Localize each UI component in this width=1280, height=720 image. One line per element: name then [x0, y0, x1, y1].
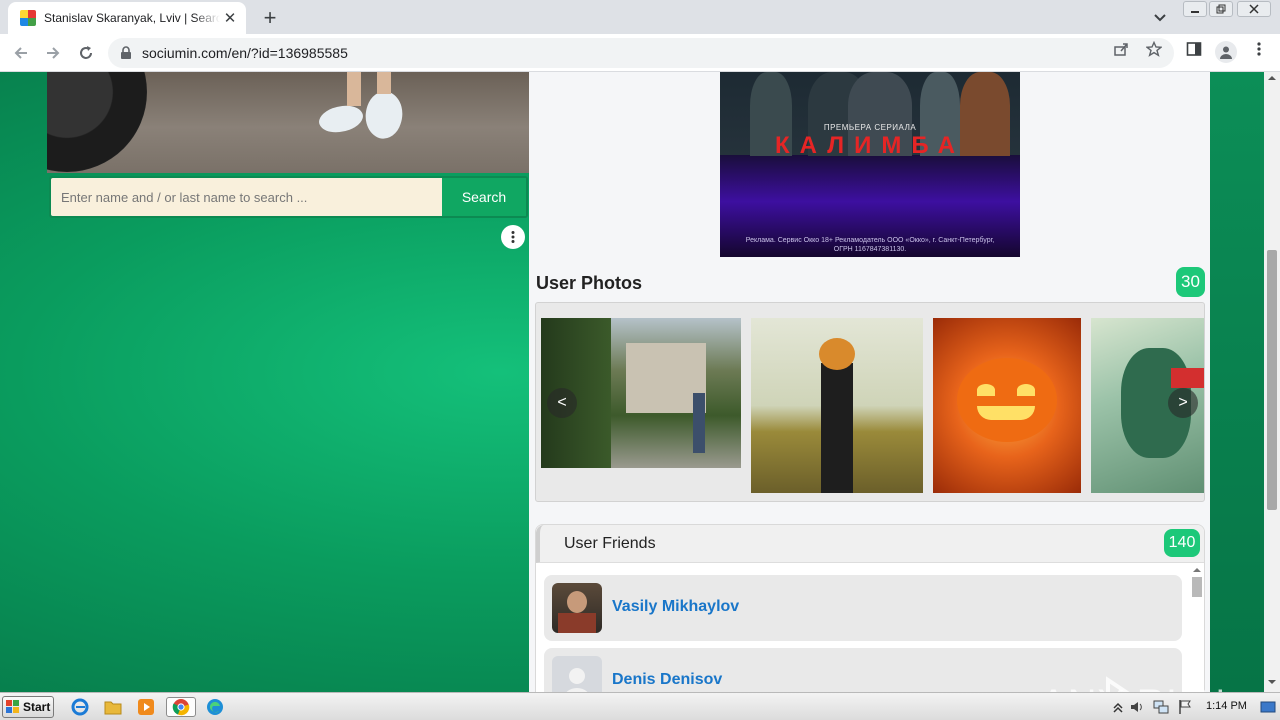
page-viewport: Search ПРЕМЬЕРА СЕРИАЛА КАЛИМБА Реклама.…	[0, 72, 1264, 692]
restore-icon	[1216, 4, 1226, 14]
friends-list-scrollbar[interactable]	[1190, 565, 1204, 692]
pumpkin-icon	[819, 338, 855, 370]
restore-window-button[interactable]	[1209, 1, 1233, 17]
minimize-window-button[interactable]	[1183, 1, 1207, 17]
reload-button[interactable]	[75, 42, 97, 64]
search-button[interactable]: Search	[442, 178, 526, 216]
friends-panel-header: User Friends	[536, 525, 1204, 563]
menu-kebab-icon[interactable]	[1251, 41, 1267, 57]
taskbar-media-player[interactable]	[135, 697, 157, 717]
taskbar-edge[interactable]	[204, 697, 226, 717]
advertisement-banner[interactable]: ПРЕМЬЕРА СЕРИАЛА КАЛИМБА Реклама. Сервис…	[720, 72, 1020, 257]
cover-photo-tire	[47, 72, 147, 172]
folder-icon	[104, 701, 122, 715]
user-photo[interactable]	[751, 318, 923, 493]
friends-count-badge: 140	[1164, 529, 1200, 557]
vertical-dots-icon	[511, 231, 515, 243]
start-label: Start	[23, 700, 51, 714]
ad-brand-title: КАЛИМБА	[774, 132, 966, 159]
share-icon[interactable]	[1113, 41, 1129, 57]
network-icon[interactable]	[1153, 699, 1169, 715]
tab-title: Stanislav Skaranyak, Lviv | Search Image…	[44, 11, 220, 25]
profile-avatar-icon	[1220, 46, 1232, 59]
lantern-eye	[977, 384, 995, 396]
browser-toolbar: sociumin.com/en/?id=136985585	[0, 34, 1280, 72]
cover-photo-shoe	[357, 86, 411, 144]
carousel-prev-button[interactable]: <	[547, 388, 577, 418]
user-friends-title: User Friends	[564, 535, 656, 552]
url-text: sociumin.com/en/?id=136985585	[142, 45, 348, 61]
ad-caption: ПРЕМЬЕРА СЕРИАЛА	[823, 123, 917, 132]
arrow-left-icon	[14, 47, 27, 59]
forward-button[interactable]	[42, 42, 64, 64]
friend-name-link[interactable]: Vasily Mikhaylov	[612, 598, 739, 616]
photos-count-badge: 30	[1176, 267, 1205, 297]
cover-photo-leg	[347, 72, 361, 106]
friend-avatar[interactable]	[552, 583, 602, 633]
people-search-form: Search	[49, 176, 528, 218]
avatar-face	[567, 591, 587, 613]
avatar-shirt	[558, 613, 596, 633]
tab-close-icon[interactable]: ✕	[222, 9, 238, 27]
play-triangle-icon	[1106, 676, 1130, 692]
cover-photo-leg	[377, 72, 391, 94]
side-panel-icon[interactable]	[1186, 41, 1202, 57]
start-button[interactable]: Start	[2, 696, 54, 718]
show-desktop-icon[interactable]	[1260, 699, 1276, 715]
main-content-column: ПРЕМЬЕРА СЕРИАЛА КАЛИМБА Реклама. Сервис…	[529, 72, 1210, 692]
default-user-icon	[566, 668, 588, 692]
browser-tab[interactable]: Stanislav Skaranyak, Lviv | Search Image…	[8, 2, 246, 34]
user-photo[interactable]	[933, 318, 1081, 493]
edge-icon	[207, 699, 223, 715]
browser-tab-strip: Stanislav Skaranyak, Lviv | Search Image…	[0, 0, 1280, 34]
volume-icon[interactable]	[1129, 699, 1145, 715]
bookmark-star-icon[interactable]	[1146, 41, 1162, 57]
lantern-eye	[1017, 384, 1035, 396]
reload-icon	[80, 46, 92, 59]
photo-person	[693, 393, 705, 453]
photo-logo-patch	[1171, 368, 1204, 388]
tray-expand-icon[interactable]	[1110, 699, 1126, 715]
jack-o-lantern-icon	[957, 358, 1057, 442]
lock-icon	[121, 46, 131, 59]
anyrun-watermark: ANY RUN	[1040, 676, 1226, 692]
site-favicon-icon	[20, 10, 36, 26]
tab-search-chevron-icon[interactable]	[1151, 8, 1169, 26]
people-search-input[interactable]	[51, 178, 442, 216]
minimize-icon	[1191, 11, 1199, 13]
friend-list-item[interactable]: Vasily Mikhaylov	[544, 575, 1182, 641]
windows-taskbar: Start 1:14 PM	[0, 692, 1280, 720]
taskbar-chrome[interactable]	[166, 697, 196, 717]
carousel-next-button[interactable]: >	[1168, 388, 1198, 418]
photos-carousel: < >	[535, 302, 1205, 502]
lantern-mouth	[977, 406, 1035, 420]
user-photos-title: User Photos	[536, 273, 643, 293]
photo-figure	[821, 363, 853, 493]
profile-cover-photo	[47, 72, 529, 173]
chrome-icon	[172, 699, 190, 716]
taskbar-clock[interactable]: 1:14 PM	[1206, 700, 1247, 712]
taskbar-explorer[interactable]	[102, 697, 124, 717]
friend-name-link[interactable]: Denis Denisov	[612, 671, 722, 689]
new-tab-button[interactable]: +	[258, 5, 282, 31]
taskbar-ie[interactable]	[69, 697, 91, 717]
page-scrollbar[interactable]	[1264, 72, 1280, 692]
ad-legal-text: Реклама. Сервис Окко 18+ Рекламодатель О…	[745, 237, 995, 253]
internet-explorer-icon	[71, 698, 89, 716]
back-button[interactable]	[10, 42, 32, 64]
user-friends-panel: User Friends 140 Vasily Mikhaylov Denis …	[535, 524, 1205, 692]
action-center-flag-icon[interactable]	[1177, 699, 1193, 715]
address-bar[interactable]: sociumin.com/en/?id=136985585	[108, 38, 1174, 68]
close-window-button[interactable]	[1237, 1, 1271, 17]
friend-avatar-placeholder[interactable]	[552, 656, 602, 692]
close-icon	[1249, 4, 1259, 14]
profile-button[interactable]	[1215, 41, 1237, 63]
windows-logo-icon	[6, 700, 19, 713]
options-menu-button[interactable]	[501, 225, 525, 249]
arrow-right-icon	[47, 47, 60, 59]
media-player-icon	[138, 699, 154, 715]
page-background-strip	[1210, 72, 1264, 692]
